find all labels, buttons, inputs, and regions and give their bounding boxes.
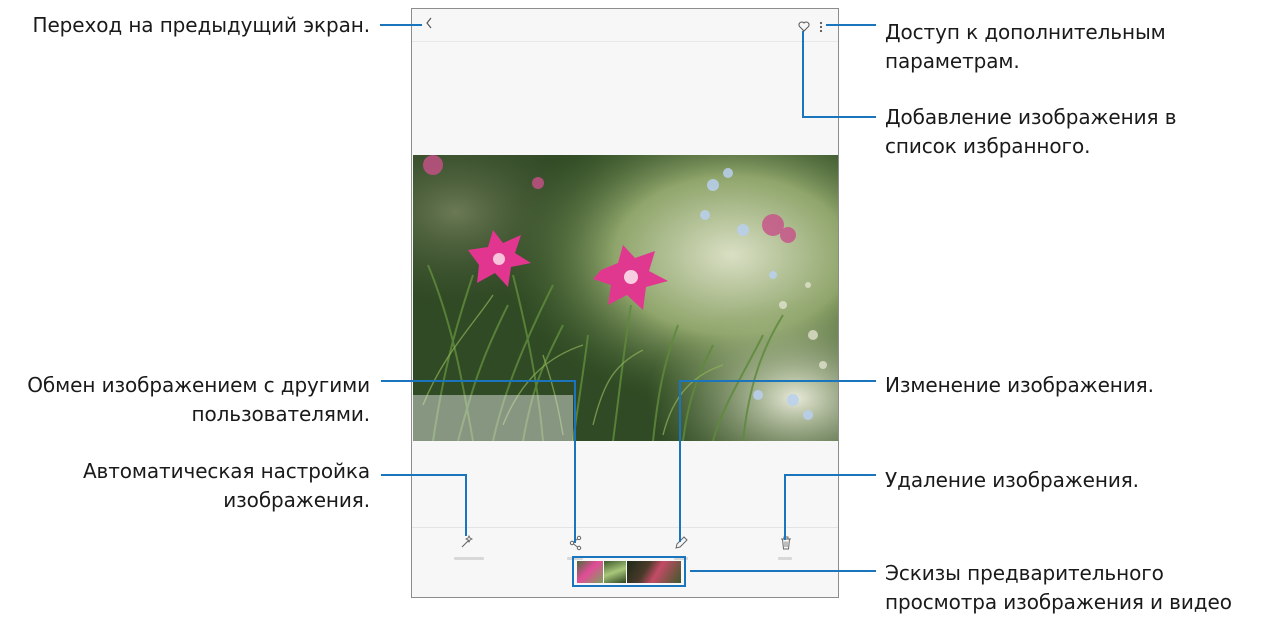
annotation-thumbnails: Эскизы предварительного просмотра изобра…: [885, 559, 1232, 617]
annotation-back-text: Переход на предыдущий экран.: [32, 13, 371, 37]
edit-icon[interactable]: [671, 533, 691, 553]
auto-adjust-label: [454, 557, 484, 560]
annotation-thumbnails-line2: просмотра изображения и видео: [885, 590, 1232, 614]
annotation-more-options-line1: Доступ к дополнительным: [885, 20, 1166, 44]
delete-icon[interactable]: [776, 533, 796, 553]
annotation-edit: Изменение изображения.: [885, 371, 1154, 400]
thumbnail-3[interactable]: [627, 561, 681, 583]
auto-adjust-icon[interactable]: [457, 533, 477, 553]
annotation-thumbnails-line1: Эскизы предварительного: [885, 561, 1164, 585]
thumbnail-2[interactable]: [604, 561, 626, 583]
annotation-auto-adjust-line1: Автоматическая настройка: [82, 459, 370, 483]
delete-label: [778, 557, 792, 560]
top-divider: [412, 41, 838, 42]
annotation-share-line1: Обмен изображением с другими: [27, 373, 370, 397]
share-icon[interactable]: [566, 533, 586, 553]
more-options-icon[interactable]: [819, 18, 823, 37]
gallery-viewer-screen: [411, 8, 839, 598]
annotation-back: Переход на предыдущий экран.: [8, 11, 371, 40]
annotation-share: Обмен изображением с другими пользовател…: [0, 371, 370, 429]
annotation-more-options-line2: параметрам.: [885, 49, 1020, 73]
annotation-auto-adjust-line2: изображения.: [223, 488, 370, 512]
annotation-favorite: Добавление изображения в список избранно…: [885, 103, 1176, 161]
annotation-favorite-line1: Добавление изображения в: [885, 105, 1177, 129]
toolbar-divider: [412, 527, 838, 528]
thumbnail-1[interactable]: [577, 561, 603, 583]
photo-image[interactable]: [413, 155, 838, 441]
annotation-more-options: Доступ к дополнительным параметрам.: [885, 18, 1166, 76]
annotation-delete: Удаление изображения.: [885, 466, 1139, 495]
annotation-delete-text: Удаление изображения.: [885, 468, 1139, 492]
top-bar: [412, 9, 838, 41]
thumbnail-strip: [577, 561, 681, 583]
annotation-edit-text: Изменение изображения.: [885, 373, 1154, 397]
edit-label: [674, 557, 688, 560]
share-label: [567, 557, 583, 560]
heart-icon[interactable]: [798, 17, 810, 36]
back-icon[interactable]: [424, 15, 434, 35]
annotation-share-line2: пользователями.: [191, 402, 370, 426]
annotation-auto-adjust: Автоматическая настройка изображения.: [0, 457, 370, 515]
annotation-favorite-line2: список избранного.: [885, 134, 1091, 158]
